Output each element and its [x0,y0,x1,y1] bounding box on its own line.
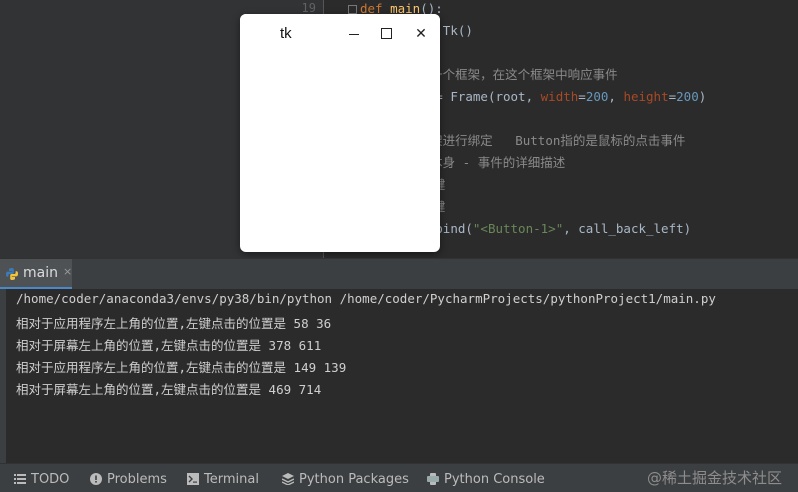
python-packages-button[interactable]: Python Packages [282,470,409,488]
fold-marker-icon[interactable] [348,5,357,14]
terminal-label: Terminal [204,471,259,487]
terminal-button[interactable]: Terminal [187,470,259,488]
todo-button[interactable]: TODO [14,470,69,488]
console-line: 相对于屏幕左上角的位置,左键点击的位置是 469 714 [16,382,322,397]
close-icon: ✕ [415,26,427,42]
minimize-button[interactable] [344,24,364,44]
python-icon [6,268,18,280]
python-console-button[interactable]: Python Console [427,470,545,488]
run-console[interactable]: /home/coder/anaconda3/envs/py38/bin/pyth… [0,289,798,463]
minimize-icon [349,34,359,35]
tab-main[interactable]: main × [0,259,72,289]
tab-main-label: main [23,265,58,281]
tk-window[interactable]: tk ✕ [240,14,440,252]
info-icon [90,473,102,485]
tk-titlebar[interactable]: tk ✕ [240,14,440,54]
python-console-icon [427,473,439,485]
problems-label: Problems [107,471,167,487]
console-line: 相对于应用程序左上角的位置,左键点击的位置是 149 139 [16,360,347,375]
watermark: @稀土掘金技术社区 [646,469,782,487]
python-packages-label: Python Packages [299,471,409,487]
tk-window-title: tk [280,25,292,42]
problems-button[interactable]: Problems [90,470,167,488]
terminal-icon [187,473,199,485]
console-line: /home/coder/anaconda3/envs/py38/bin/pyth… [16,291,716,306]
maximize-icon [381,28,392,39]
bottom-tool-bar: TODO Problems Terminal Python Packages P… [0,463,798,492]
editor-left-panel [0,0,238,258]
python-console-label: Python Console [444,471,545,487]
list-icon [14,474,26,484]
console-line: 相对于屏幕左上角的位置,左键点击的位置是 378 611 [16,338,322,353]
layers-icon [282,473,294,485]
close-button[interactable]: ✕ [411,24,431,44]
line-number: 19 [301,1,316,15]
run-tool-window-header: main × [0,258,798,289]
maximize-button[interactable] [377,24,397,44]
console-line: 相对于应用程序左上角的位置,左键点击的位置是 58 36 [16,316,332,331]
todo-label: TODO [31,471,70,487]
tab-close-icon[interactable]: × [63,265,72,278]
